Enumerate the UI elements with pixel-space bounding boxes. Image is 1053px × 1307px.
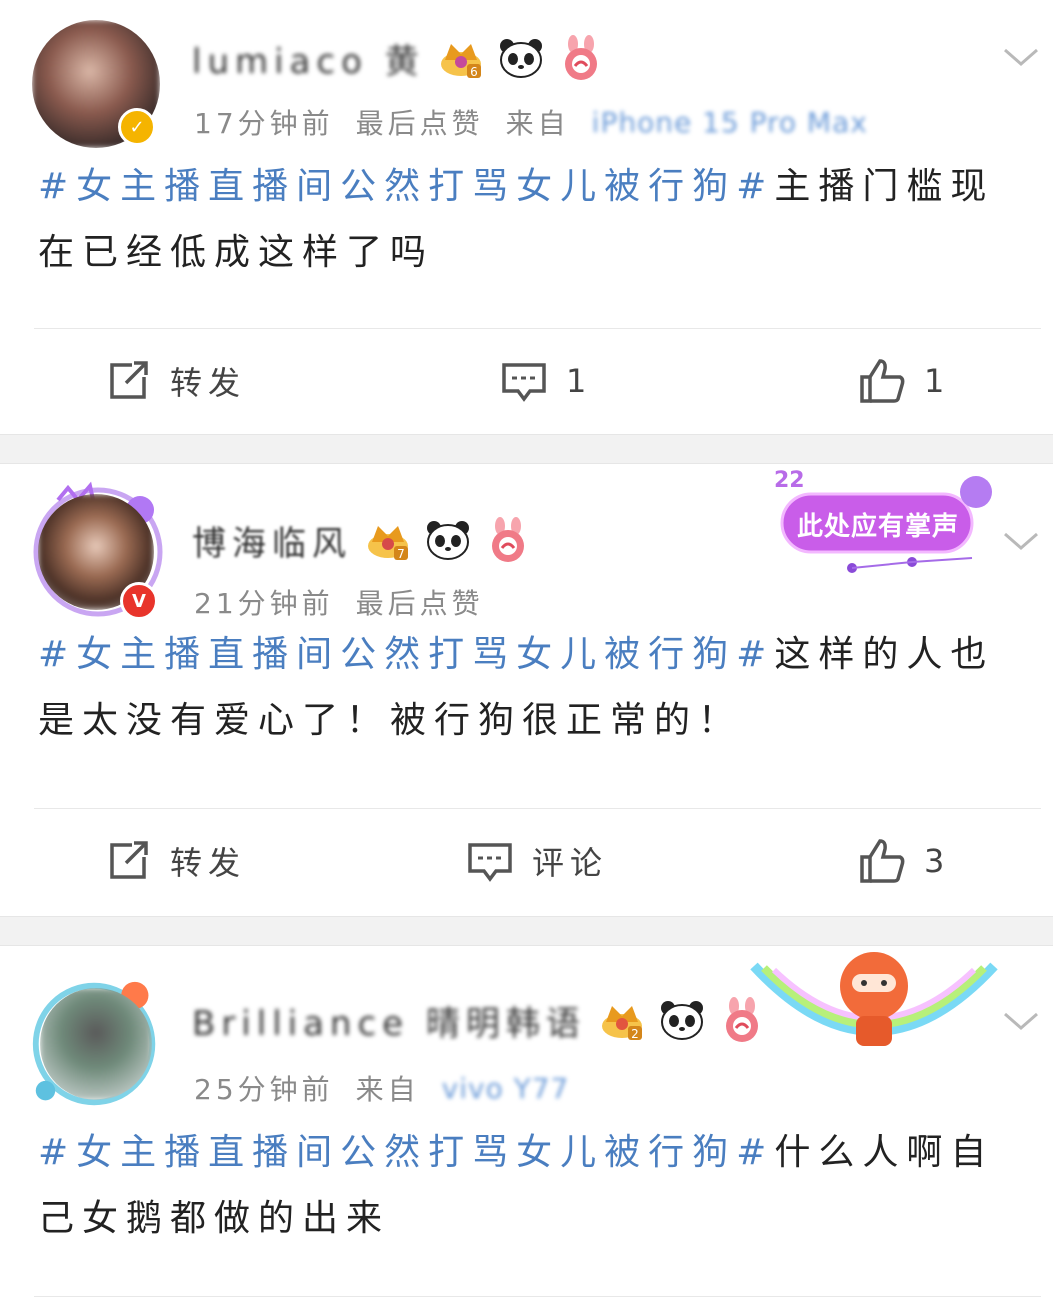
source-label: 来自 [355,1073,420,1106]
timestamp: 21分钟前 [194,587,334,620]
like-count: 1 [924,362,951,400]
card-separator [0,434,1053,464]
panda-icon [499,39,542,78]
weibo-comment-card: ✓ lumiaco 黄 6 17分钟前 最后点赞 来自 iPhone 15 Pr… [0,0,1053,434]
like-icon [860,839,905,883]
source-device[interactable]: vivo Y77 [442,1072,570,1105]
comment-icon [502,363,546,402]
username[interactable]: Brilliance 晴明韩语 [192,996,586,1045]
repost-icon [110,841,148,879]
timestamp: 25分钟前 [194,1073,334,1106]
username[interactable]: 博海临风 [192,516,352,565]
chevron-down-icon[interactable] [1001,522,1041,562]
topic-hashtag-link[interactable]: #女主播直播间公然打骂女儿被行狗# [38,166,774,207]
rabbit-icon [492,517,524,562]
comment-text: #女主播直播间公然打骂女儿被行狗#什么人啊自己女鹅都做的出来 [0,1120,1053,1296]
comment-header: Brilliance 晴明韩语 2 25分钟前 来自 vivo Y77 [0,946,1053,1120]
like-button[interactable]: 3 [858,809,950,913]
repost-label: 转发 [170,844,247,882]
comment-button[interactable]: 1 [500,329,592,433]
last-liked-note: 最后点赞 [355,587,484,620]
like-count: 3 [924,842,951,880]
last-liked-note: 最后点赞 [355,107,484,140]
username-row: Brilliance 晴明韩语 2 [192,992,766,1048]
repost-label: 转发 [170,364,247,402]
verified-badge-icon: ✓ [118,108,156,146]
panda-icon [660,1001,703,1040]
source-label: 来自 [505,107,570,140]
action-bar: 转发 1 1 [0,329,1053,433]
robot-mascot-sticker [750,952,998,1046]
comment-header: ✓ lumiaco 黄 6 17分钟前 最后点赞 来自 iPhone 15 Pr… [0,0,1053,150]
crown-level-icon: 2 [601,1006,642,1041]
source-device[interactable]: iPhone 15 Pro Max [592,106,868,139]
chevron-down-icon[interactable] [1001,1002,1041,1042]
crown-level-icon: 7 [368,526,408,561]
comment-icon [468,843,512,882]
avatar[interactable] [40,988,152,1100]
like-button[interactable]: 1 [858,329,950,433]
weibo-comment-card: V 博海临风 7 21分钟前 最后点赞 22 此处应有掌声 #女主播直播间公然打… [0,464,1053,916]
divider [34,1296,1041,1297]
svg-text:2: 2 [631,1027,639,1041]
username-row: lumiaco 黄 6 [192,30,605,86]
comment-meta: 25分钟前 来自 vivo Y77 [194,1068,569,1108]
action-bar: 转发 评论 3 [0,809,1053,913]
comment-text: #女主播直播间公然打骂女儿被行狗#这样的人也是太没有爱心了！被行狗很正常的！ [0,622,1053,808]
comment-meta: 21分钟前 最后点赞 [194,582,484,622]
repost-icon [110,361,148,399]
applause-sticker: 22 此处应有掌声 [772,468,1000,578]
comment-button[interactable]: 评论 [466,809,608,913]
topic-hashtag-link[interactable]: #女主播直播间公然打骂女儿被行狗# [38,1132,774,1173]
username-row: 博海临风 7 [192,512,532,568]
comment-header: V 博海临风 7 21分钟前 最后点赞 22 此处应有掌声 [0,464,1053,622]
sticker-number: 22 [774,468,805,493]
repost-button[interactable]: 转发 [104,329,246,433]
crown-level-icon: 6 [440,44,481,79]
chevron-down-icon[interactable] [1001,38,1041,78]
rabbit-icon [564,35,597,80]
sticker-text: 此处应有掌声 [796,512,959,542]
timestamp: 17分钟前 [194,107,334,140]
like-icon [860,359,905,403]
svg-text:7: 7 [397,547,405,561]
repost-button[interactable]: 转发 [104,809,246,913]
comment-meta: 17分钟前 最后点赞 来自 iPhone 15 Pro Max [194,102,868,142]
topic-hashtag-link[interactable]: #女主播直播间公然打骂女儿被行狗# [38,634,774,675]
verified-badge-icon: V [120,582,158,620]
comment-count: 1 [566,362,593,400]
username[interactable]: lumiaco 黄 [192,34,425,83]
card-separator [0,916,1053,946]
svg-text:6: 6 [470,65,478,79]
panda-icon [427,521,469,560]
comment-label: 评论 [532,844,609,882]
comment-text: #女主播直播间公然打骂女儿被行狗#主播门槛现在已经低成这样了吗 [0,150,1053,328]
weibo-comment-card: Brilliance 晴明韩语 2 25分钟前 来自 vivo Y77 #女主播… [0,946,1053,1306]
